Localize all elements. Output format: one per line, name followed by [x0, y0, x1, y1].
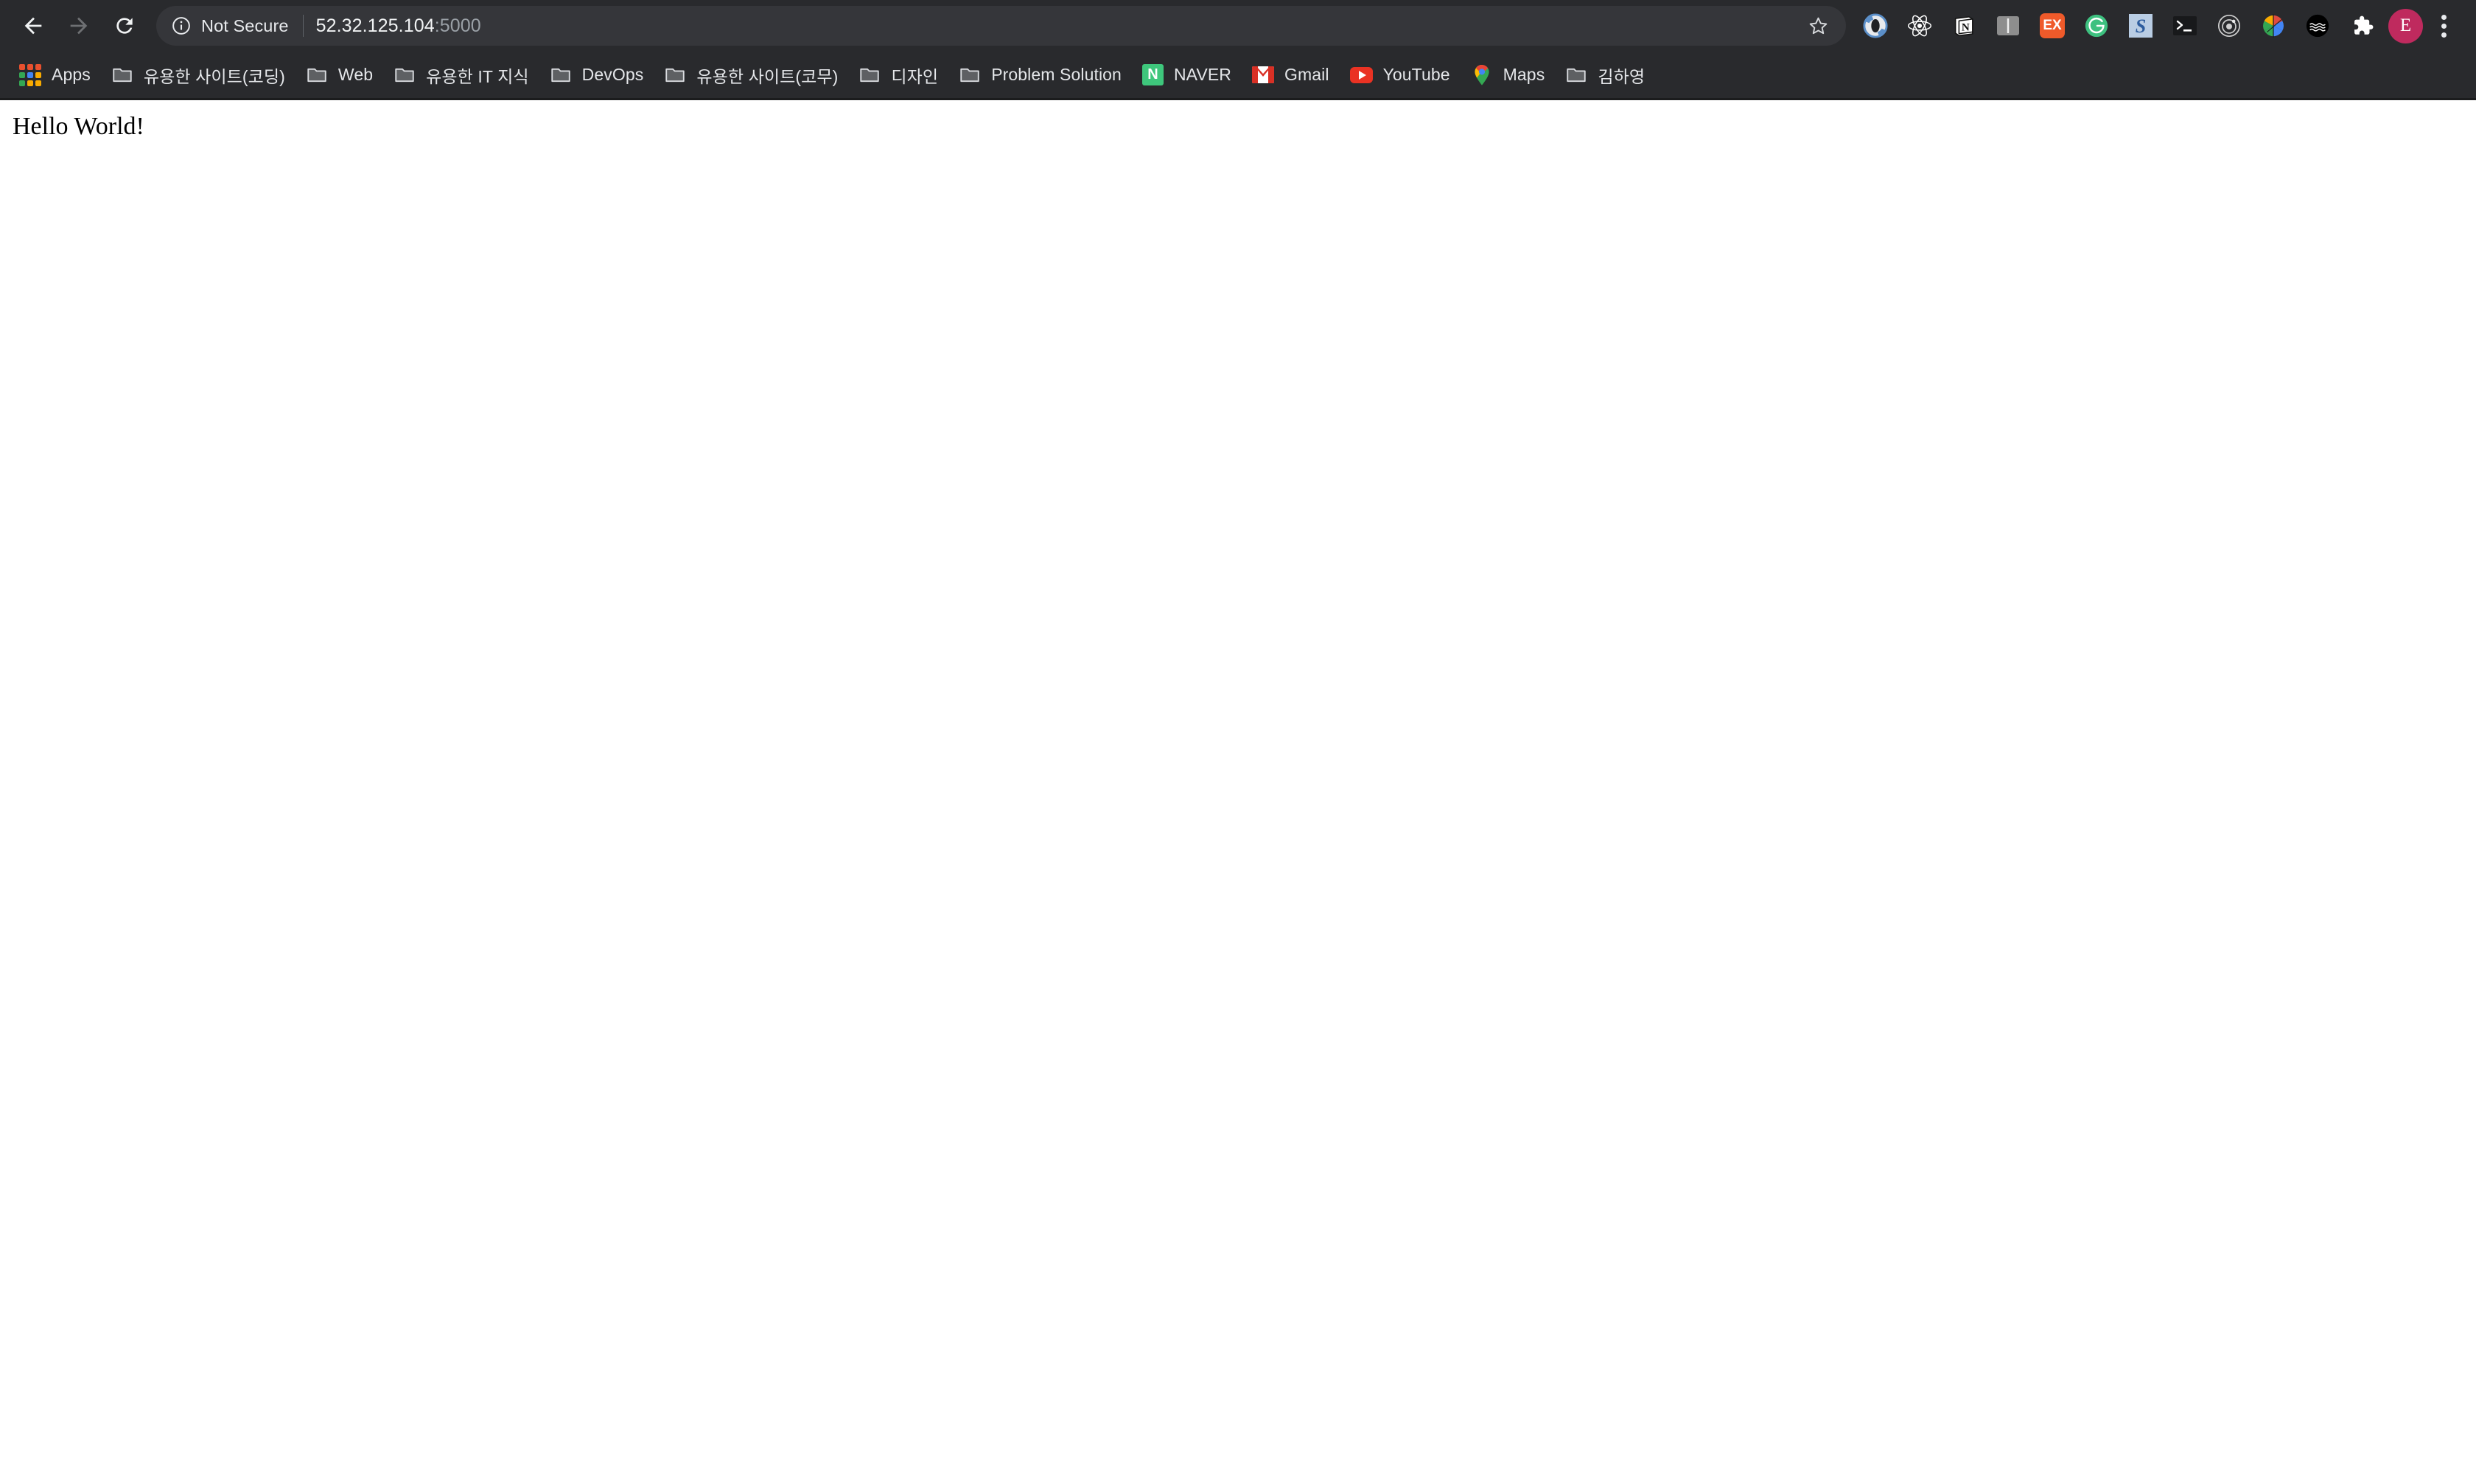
page-body-text: Hello World! — [13, 113, 144, 140]
bookmark-label: 김하영 — [1598, 66, 1646, 86]
octotree-extension-button[interactable] — [1853, 4, 1898, 48]
url-host: 52.32.125.104 — [315, 15, 435, 36]
bookmark-star-button[interactable] — [1797, 5, 1839, 46]
blue-ring-icon — [1863, 13, 1888, 38]
bookmark-item-maps[interactable]: Maps — [1461, 57, 1556, 94]
bookmark-folder-design[interactable]: 디자인 — [848, 57, 948, 94]
back-button[interactable] — [10, 3, 56, 49]
site-security-chip[interactable]: Not Secure — [156, 15, 289, 36]
reload-icon — [116, 18, 133, 34]
folder-icon — [960, 68, 979, 82]
bookmark-label: Problem Solution — [991, 65, 1122, 84]
naver-favicon: N — [1141, 64, 1164, 85]
bookmark-item-youtube[interactable]: YouTube — [1340, 57, 1461, 94]
ex-extension-button[interactable]: EX — [2030, 4, 2074, 48]
bookmark-folder-useful-it-knowledge[interactable]: 유용한 IT 지식 — [383, 57, 539, 94]
bookmark-label: DevOps — [581, 65, 644, 84]
grammarly-extension-button[interactable] — [2074, 4, 2119, 48]
bookmark-folder-problem-solution[interactable]: Problem Solution — [948, 57, 1132, 94]
bookmark-folder-web[interactable]: Web — [295, 57, 383, 94]
reader-extension-button[interactable] — [1986, 4, 2030, 48]
svg-text:S: S — [2136, 15, 2146, 37]
folder-icon — [395, 68, 414, 82]
chrome-menu-button[interactable] — [2424, 4, 2463, 48]
black-wave-circle-icon — [2306, 14, 2329, 38]
reload-button[interactable] — [102, 3, 147, 49]
apps-grid-icon — [19, 63, 41, 86]
url-text[interactable]: 52.32.125.104:5000 — [316, 15, 1797, 37]
folder-icon — [860, 68, 880, 82]
page-content: Hello World! — [0, 100, 2476, 153]
terminal-prompt-icon — [2173, 16, 2197, 35]
bookmark-folder-useful-sites-work[interactable]: 유용한 사이트(코무) — [654, 57, 848, 94]
folder-icon — [550, 68, 570, 82]
bookmark-star-icon — [1809, 17, 1827, 34]
wave-extension-button[interactable] — [2295, 4, 2340, 48]
bookmark-item-apps[interactable]: Apps — [9, 57, 101, 94]
orbit-extension-button[interactable] — [2207, 4, 2251, 48]
bookmark-label: 유용한 사이트(코무) — [696, 66, 839, 86]
scholar-extension-button[interactable]: S — [2119, 4, 2163, 48]
bookmark-label: YouTube — [1382, 65, 1450, 84]
bookmark-label: 유용한 IT 지식 — [426, 66, 529, 86]
ex-square-icon: EX — [2040, 13, 2065, 38]
folder-icon — [307, 68, 326, 82]
notion-cube-icon: N — [1954, 16, 1973, 36]
react-atom-icon — [1907, 15, 1932, 37]
grey-bar-icon — [1997, 16, 2019, 35]
bookmark-label: Web — [338, 65, 374, 84]
blue-s-icon: S — [2129, 14, 2152, 38]
bookmark-label: Gmail — [1284, 65, 1329, 84]
react-devtools-extension-button[interactable] — [1898, 4, 1942, 48]
bookmark-label: Maps — [1503, 65, 1545, 84]
bookmark-label: 유용한 사이트(코딩) — [143, 66, 285, 86]
bookmark-folder-kimhayoung[interactable]: 김하영 — [1555, 57, 1655, 94]
puzzle-piece-icon — [2354, 15, 2374, 35]
bookmark-folder-devops[interactable]: DevOps — [539, 57, 654, 94]
extensions-menu-button[interactable] — [2340, 4, 2384, 48]
gmail-favicon — [1252, 66, 1274, 83]
avatar-initial: E — [2399, 15, 2412, 35]
bookmark-item-gmail[interactable]: Gmail — [1242, 57, 1340, 94]
maps-pin-favicon — [1475, 64, 1489, 85]
terminal-extension-button[interactable] — [2163, 4, 2207, 48]
menu-dot — [2441, 14, 2447, 20]
url-port: :5000 — [434, 15, 481, 36]
security-status-text: Not Secure — [201, 15, 289, 35]
bookmark-folder-useful-sites-coding[interactable]: 유용한 사이트(코딩) — [101, 57, 295, 94]
menu-dot — [2441, 32, 2447, 38]
info-circle-icon — [172, 17, 190, 35]
bookmark-label: NAVER — [1173, 65, 1231, 84]
browser-toolbar: Not Secure 52.32.125.104:5000 N EX S E — [0, 0, 2476, 52]
folder-icon — [665, 68, 685, 82]
svg-text:N: N — [1962, 22, 1970, 34]
page-viewport: Hello World! — [0, 100, 2476, 1482]
address-bar[interactable]: Not Secure 52.32.125.104:5000 — [156, 6, 1846, 46]
folder-icon — [113, 68, 132, 82]
bookmarks-bar: Apps 유용한 사이트(코딩) Web 유용한 IT 지식 DevOps 유용… — [0, 52, 2476, 100]
orbit-target-icon — [2217, 14, 2241, 38]
color-pinwheel-icon — [2263, 13, 2284, 38]
bookmark-label: Apps — [52, 65, 91, 84]
folder-icon — [1567, 68, 1586, 82]
forward-button[interactable] — [56, 3, 102, 49]
colorwheel-extension-button[interactable] — [2251, 4, 2295, 48]
youtube-favicon — [1349, 66, 1373, 83]
profile-avatar[interactable]: E — [2388, 8, 2423, 43]
back-arrow-icon — [24, 17, 42, 35]
menu-dot — [2441, 23, 2447, 29]
notion-web-clipper-extension-button[interactable]: N — [1942, 4, 1986, 48]
bookmark-item-naver[interactable]: N NAVER — [1132, 57, 1242, 94]
forward-arrow-icon — [70, 17, 88, 35]
browser-chrome: Not Secure 52.32.125.104:5000 N EX S E A… — [0, 0, 2476, 100]
grammarly-g-icon — [2085, 14, 2108, 38]
omnibox-divider — [302, 15, 304, 37]
bookmark-label: 디자인 — [891, 66, 939, 86]
toolbar-extension-icons: N EX S E — [1853, 4, 2463, 48]
